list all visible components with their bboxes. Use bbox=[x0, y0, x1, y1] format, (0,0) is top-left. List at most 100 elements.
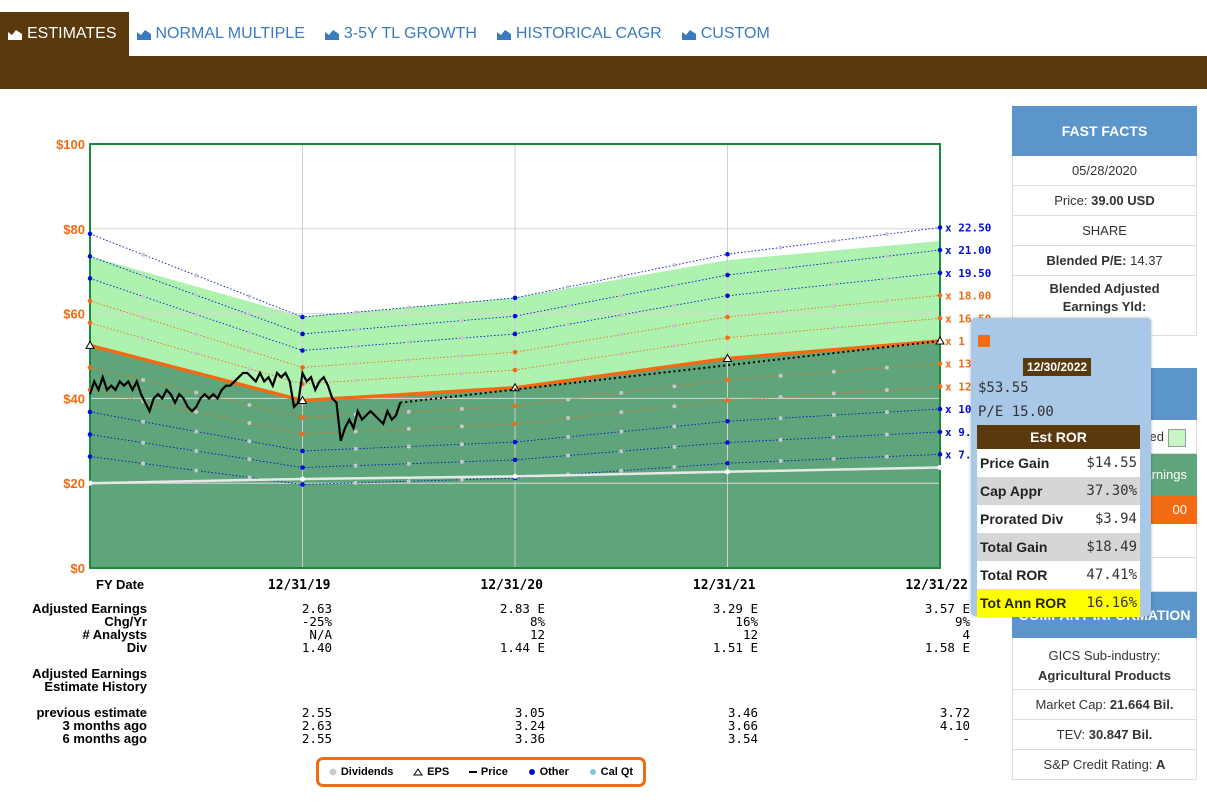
tab-growth[interactable]: 3-5Y TL GROWTH bbox=[317, 12, 489, 56]
legend-dividends[interactable]: Dividends bbox=[329, 766, 393, 778]
legend-price[interactable]: Price bbox=[468, 766, 508, 778]
quarter-point bbox=[353, 446, 358, 451]
market-cap-label: Market Cap: bbox=[1035, 697, 1107, 712]
right-multiple-label: x 19.50 bbox=[945, 267, 991, 280]
tooltip-value: $14.55 bbox=[1086, 455, 1137, 471]
tab-normal-multiple[interactable]: NORMAL MULTIPLE bbox=[129, 12, 317, 56]
quarter-point bbox=[141, 252, 146, 257]
multiple-point bbox=[512, 439, 518, 445]
multiple-point bbox=[937, 247, 943, 253]
multiple-point bbox=[725, 293, 730, 299]
quarter-point bbox=[672, 263, 677, 268]
quarter-point bbox=[884, 388, 889, 393]
quarter-point bbox=[566, 303, 571, 308]
quarter-point bbox=[619, 390, 624, 395]
dash-icon bbox=[468, 771, 477, 773]
multiple-point bbox=[725, 418, 730, 424]
table-cell: 9% bbox=[954, 614, 970, 629]
circle-icon bbox=[589, 769, 596, 775]
tab-historical-cagr-label: HISTORICAL CAGR bbox=[515, 25, 662, 42]
area-chart-icon bbox=[324, 30, 339, 40]
table-cell: 3.36 bbox=[514, 731, 545, 746]
right-multiple-label: x 7. bbox=[945, 448, 972, 461]
quarter-point bbox=[247, 312, 252, 317]
tab-historical-cagr[interactable]: HISTORICAL CAGR bbox=[489, 12, 674, 56]
multiple-point bbox=[300, 331, 305, 337]
multiple-point bbox=[725, 314, 730, 320]
quarter-point bbox=[459, 424, 464, 429]
quarter-point bbox=[831, 282, 836, 287]
tab-estimates[interactable]: ESTIMATES bbox=[0, 12, 129, 56]
quarter-point bbox=[353, 378, 358, 383]
multiple-point bbox=[512, 403, 518, 409]
quarter-point bbox=[194, 409, 199, 414]
y-tick-label: $0 bbox=[71, 561, 85, 576]
quarter-point bbox=[247, 457, 252, 462]
right-multiple-label: x 12 bbox=[945, 381, 972, 394]
tooltip-key: Price Gain bbox=[980, 455, 1050, 471]
dividend-point bbox=[937, 465, 943, 471]
multiple-point bbox=[937, 270, 943, 276]
multiple-point bbox=[87, 298, 93, 304]
tab-bar: ESTIMATES NORMAL MULTIPLE 3-5Y TL GROWTH… bbox=[0, 0, 1207, 89]
sp-rating-row: S&P Credit Rating: A bbox=[1012, 750, 1197, 780]
market-cap-value: 21.664 Bil. bbox=[1109, 697, 1174, 712]
quarter-point bbox=[141, 419, 146, 424]
multiple-point bbox=[87, 231, 93, 237]
quarter-point bbox=[353, 480, 358, 485]
legend-eps[interactable]: EPS bbox=[413, 766, 449, 778]
quarter-point bbox=[194, 293, 199, 298]
multiple-point bbox=[512, 457, 518, 463]
multiple-point bbox=[725, 377, 730, 383]
quarter-point bbox=[619, 274, 624, 279]
quarter-point bbox=[353, 344, 358, 349]
orange-square-icon bbox=[978, 335, 990, 347]
gics-value: Agricultural Products bbox=[1038, 668, 1171, 683]
quarter-point bbox=[194, 312, 199, 317]
multiple-point bbox=[725, 440, 730, 445]
quarter-point bbox=[141, 273, 146, 278]
tev-row: TEV: 30.847 Bil. bbox=[1012, 720, 1197, 750]
quarter-point bbox=[619, 332, 624, 337]
legend-price-label: Price bbox=[480, 766, 508, 778]
tab-custom[interactable]: CUSTOM bbox=[674, 12, 782, 56]
legend-cal-qt-label: Cal Qt bbox=[600, 766, 634, 778]
quarter-point bbox=[566, 416, 571, 421]
tooltip-key: Total Gain bbox=[980, 539, 1048, 555]
quarter-point bbox=[672, 424, 677, 429]
quarter-point bbox=[778, 288, 783, 293]
gics-label: GICS Sub-industry: bbox=[1048, 648, 1161, 663]
multiple-point bbox=[87, 254, 93, 259]
blended-pe-label: Blended P/E: bbox=[1046, 253, 1127, 268]
quarter-point bbox=[672, 303, 677, 308]
multiple-point bbox=[725, 398, 730, 403]
table-cell: - bbox=[962, 731, 970, 746]
green-swatch bbox=[1168, 428, 1186, 447]
quarter-point bbox=[459, 336, 464, 341]
multiple-point bbox=[725, 335, 730, 341]
tooltip-price: $53.55 bbox=[978, 380, 1029, 396]
quarter-point bbox=[619, 351, 624, 356]
quarter-point bbox=[831, 304, 836, 309]
quarter-point bbox=[778, 309, 783, 314]
tooltip-key: Prorated Div bbox=[980, 511, 1064, 527]
quarter-point bbox=[459, 300, 464, 305]
tab-estimates-label: ESTIMATES bbox=[27, 25, 117, 42]
tooltip-key: Tot Ann ROR bbox=[980, 595, 1067, 611]
legend-other[interactable]: Other bbox=[528, 766, 569, 778]
quarter-point bbox=[459, 459, 464, 464]
multiple-point bbox=[87, 432, 93, 437]
quarter-point bbox=[672, 323, 677, 328]
area-chart-icon bbox=[496, 30, 511, 40]
quarter-point bbox=[459, 371, 464, 376]
area-chart-icon bbox=[681, 30, 696, 40]
legend-cal-qt[interactable]: Cal Qt bbox=[589, 766, 633, 778]
quarter-point bbox=[619, 429, 624, 434]
quarter-point bbox=[831, 435, 836, 440]
quarter-point bbox=[247, 330, 252, 335]
quarter-point bbox=[406, 305, 411, 310]
quarter-point bbox=[406, 426, 411, 431]
area-chart-icon bbox=[136, 30, 151, 40]
quarter-point bbox=[194, 448, 199, 453]
fast-facts-share[interactable]: SHARE bbox=[1012, 216, 1197, 246]
